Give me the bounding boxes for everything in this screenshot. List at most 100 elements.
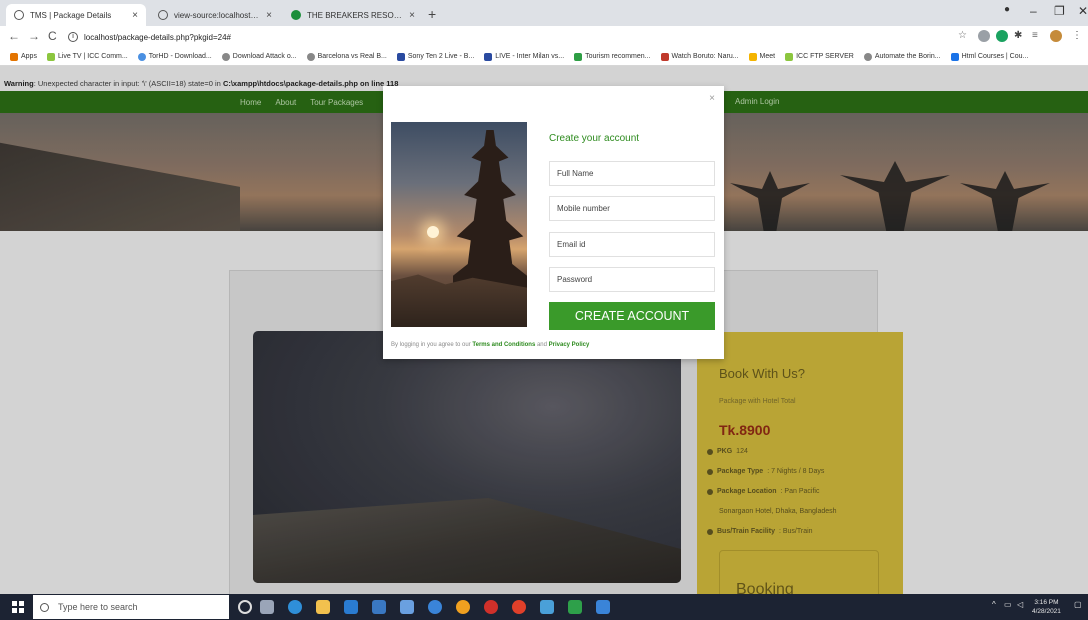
bookmark-item[interactable]: Live TV | ICC Comm... [46,52,128,61]
tab-breakers-resort[interactable]: THE BREAKERS RESORT - Update × [283,4,423,26]
taskbar-clock[interactable]: 3:16 PM 4/28/2021 [1032,598,1061,616]
network-icon[interactable]: ▭ [1004,600,1012,609]
full-name-input[interactable] [549,161,715,186]
password-input[interactable] [549,267,715,292]
volume-icon[interactable]: ◁ [1017,600,1023,609]
minimize-button[interactable]: – [1030,4,1037,18]
mobile-number-input[interactable] [549,196,715,221]
booking-subtitle: Package with Hotel Total [719,398,796,405]
notifications-icon[interactable]: ▢ [1074,600,1082,609]
bookmark-item[interactable]: Download Attack o... [221,52,297,61]
email-input[interactable] [549,232,715,257]
palm-silhouette [840,161,950,231]
meet-icon [748,52,757,61]
url-text: localhost/package-details.php?pkgid=24# [84,32,231,42]
close-tab-icon[interactable]: × [266,10,272,21]
package-location-info: Package Location: Pan Pacific [707,488,819,495]
check-icon [707,448,713,455]
store-icon[interactable] [344,600,358,614]
check-icon [707,528,713,535]
reading-list-icon[interactable]: ≡ [1032,30,1044,42]
package-location-info-2: Sonargaon Hotel, Dhaka, Bangladesh [719,508,837,515]
privacy-link[interactable]: Privacy Policy [549,342,590,348]
recording-icon [291,10,301,20]
edge-icon[interactable] [288,600,302,614]
windows-start-button[interactable] [12,601,24,613]
opera-icon[interactable] [484,600,498,614]
nav-home[interactable]: Home [240,98,261,107]
menu-icon[interactable]: ⋮ [1072,30,1084,42]
bookmark-item[interactable]: TorHD - Download... [137,52,212,61]
globe-icon [221,52,230,61]
bookmark-item[interactable]: Barcelona vs Real B... [306,52,387,61]
bookmarks-bar: Apps Live TV | ICC Comm... TorHD - Downl… [0,48,1088,66]
tab-label: view-source:localhost/package-d [174,10,260,20]
profile-icon[interactable]: ● [1004,4,1010,15]
create-account-button[interactable]: CREATE ACCOUNT [549,302,715,330]
bookmark-icon [396,52,405,61]
bookmark-item[interactable]: ICC FTP SERVER [785,52,854,61]
nav-admin-login[interactable]: Admin Login [735,97,779,106]
task-view-icon[interactable] [260,600,274,614]
bookmark-icon [574,52,583,61]
bookmark-item[interactable]: Watch Boruto: Naru... [660,52,739,61]
forward-button[interactable]: → [28,29,40,43]
check-icon [707,468,713,475]
close-icon[interactable]: × [709,93,715,104]
mail-icon[interactable] [372,600,386,614]
bookmark-item[interactable]: Html Courses | Cou... [950,52,1028,61]
reload-button[interactable]: C [48,29,57,43]
app-icon[interactable] [596,600,610,614]
nav-about[interactable]: About [275,98,296,107]
clock-time: 3:16 PM [1034,599,1059,606]
app-icon[interactable] [540,600,554,614]
package-price: Tk.8900 [719,422,771,438]
package-type-info: Package Type: 7 Nights / 8 Days [707,468,824,475]
cortana-icon[interactable] [238,600,252,614]
palm-silhouette [960,171,1050,231]
tab-label: TMS | Package Details [30,10,112,20]
package-image [253,331,681,583]
browser-tabstrip: TMS | Package Details × view-source:loca… [0,0,1088,26]
close-window-button[interactable]: ✕ [1078,4,1088,18]
bookmark-apps[interactable]: Apps [10,52,37,61]
new-tab-button[interactable]: + [428,6,436,22]
nav-tour-packages[interactable]: Tour Packages [310,98,363,107]
bookmark-item[interactable]: Sony Ten 2 Live - B... [396,52,474,61]
address-bar[interactable]: i localhost/package-details.php?pkgid=24… [68,29,231,45]
bookmark-item[interactable]: Automate the Borin... [863,52,941,61]
apps-icon [10,52,18,61]
booking-heading: Booking [736,581,794,594]
booking-box: Booking [719,550,879,594]
back-button[interactable]: ← [8,29,20,43]
tab-view-source[interactable]: view-source:localhost/package-d × [150,4,280,26]
palm-silhouette [730,171,810,231]
star-icon[interactable]: ☆ [958,30,970,42]
file-explorer-icon[interactable] [316,600,330,614]
app-icon[interactable] [428,600,442,614]
info-icon[interactable]: i [68,32,78,42]
terms-link[interactable]: Terms and Conditions [472,342,535,348]
extension-icon[interactable] [978,30,990,42]
app-icon[interactable] [568,600,582,614]
tab-package-details[interactable]: TMS | Package Details × [6,4,146,26]
puzzle-icon[interactable]: ✱ [1014,30,1026,42]
taskbar-search[interactable]: Type here to search [33,595,229,619]
app-icon[interactable] [400,600,414,614]
app-icon[interactable] [512,600,526,614]
extension-icon[interactable] [996,30,1008,42]
bookmark-item[interactable]: Tourism recommen... [574,52,651,61]
bookmark-item[interactable]: Meet [748,52,775,61]
tray-chevron-icon[interactable]: ^ [992,600,996,609]
bookmark-icon [660,52,669,61]
bookmark-icon [46,52,55,61]
close-tab-icon[interactable]: × [409,10,415,21]
bookmark-item[interactable]: LIVE - Inter Milan vs... [484,52,564,61]
modal-title: Create your account [549,133,640,144]
maximize-button[interactable]: ❐ [1054,4,1065,18]
tab-label: THE BREAKERS RESORT - Update [307,10,404,20]
clock-date: 4/28/2021 [1032,608,1061,615]
avatar[interactable] [1050,30,1062,42]
chrome-icon[interactable] [456,600,470,614]
close-tab-icon[interactable]: × [132,10,138,21]
